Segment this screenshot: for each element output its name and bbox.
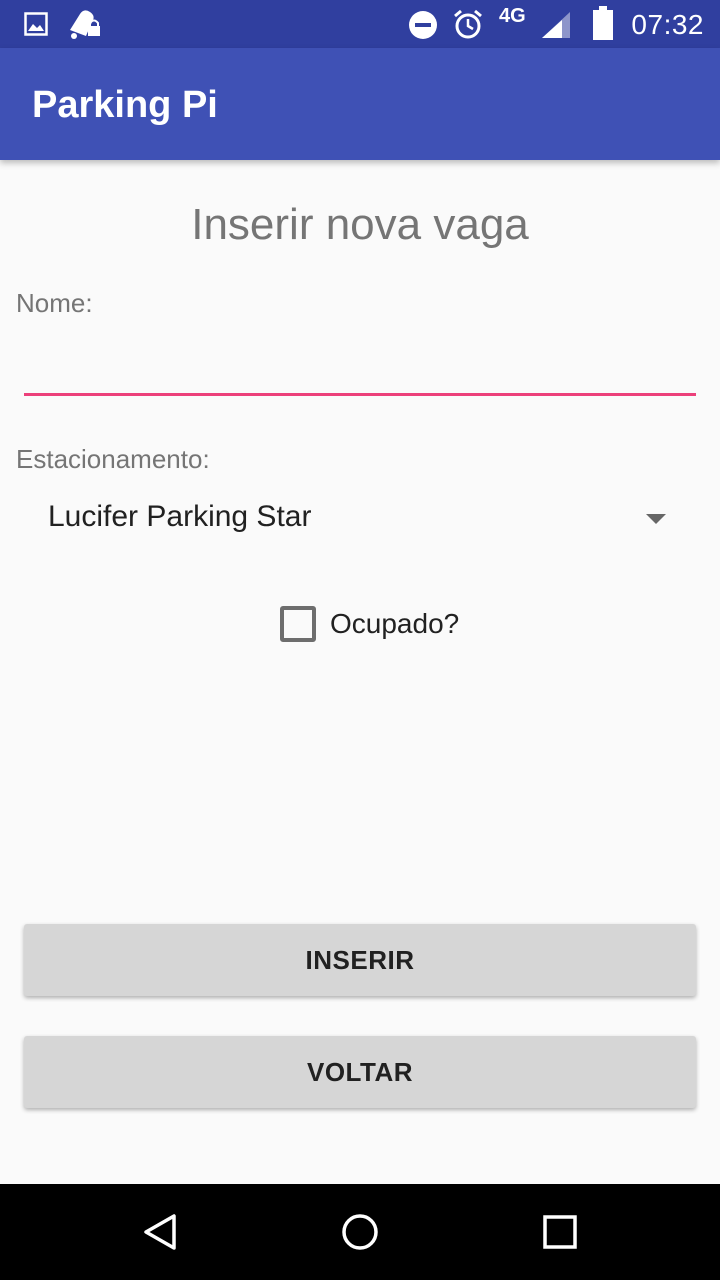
dropdown-arrow-icon [646,514,666,524]
alarm-icon [454,9,482,39]
nome-label: Nome: [16,288,93,318]
back-icon[interactable] [140,1212,180,1252]
image-icon [24,12,48,36]
estacionamento-dropdown[interactable]: Lucifer Parking Star [24,486,696,550]
form-container: Inserir nova vaga Nome: Estacionamento: … [0,160,720,1184]
inserir-button[interactable]: INSERIR [24,924,696,996]
estacionamento-selected-value: Lucifer Parking Star [48,500,312,533]
notification-bell-lock-icon [70,10,100,39]
app-title: Parking Pi [32,84,218,126]
clock: 07:32 [631,9,704,40]
nome-input[interactable] [24,340,696,396]
ocupado-label[interactable]: Ocupado? [330,608,459,640]
estacionamento-label: Estacionamento: [16,444,210,474]
signal-icon [542,12,570,38]
page-title: Inserir nova vaga [191,200,529,249]
home-icon[interactable] [340,1212,380,1252]
status-bar: 4G 07:32 [0,0,720,48]
battery-icon [593,6,613,40]
ocupado-checkbox[interactable] [280,606,316,642]
navigation-bar [0,1184,720,1280]
app-bar: Parking Pi [0,48,720,160]
recents-icon[interactable] [542,1212,578,1252]
do-not-disturb-icon [409,11,437,39]
network-type: 4G [499,5,526,27]
voltar-button[interactable]: VOLTAR [24,1036,696,1108]
